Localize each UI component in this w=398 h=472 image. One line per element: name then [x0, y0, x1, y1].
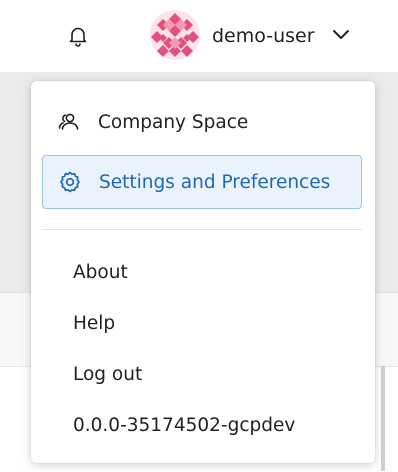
background-scrollbar — [381, 366, 385, 471]
bell-icon — [69, 27, 87, 47]
version-label: 0.0.0-35174502-gcpdev — [73, 414, 296, 436]
menu-item-settings[interactable]: Settings and Preferences — [42, 155, 362, 209]
menu-item-logout[interactable]: Log out — [42, 347, 362, 401]
avatar[interactable] — [150, 10, 200, 60]
username[interactable]: demo-user — [212, 22, 315, 50]
menu-item-company-space[interactable]: Company Space — [42, 95, 362, 149]
menu-item-label: Log out — [73, 363, 143, 385]
menu-item-about[interactable]: About — [42, 245, 362, 299]
menu-item-help[interactable]: Help — [42, 296, 362, 350]
app-version: 0.0.0-35174502-gcpdev — [42, 398, 362, 452]
identicon-avatar — [150, 10, 200, 60]
notifications-button[interactable] — [64, 22, 92, 50]
users-icon — [56, 109, 82, 135]
menu-divider — [42, 229, 362, 230]
menu-item-label: About — [73, 261, 128, 283]
user-dropdown-menu: Company Space Settings and Preferences A… — [31, 81, 375, 463]
menu-item-label: Settings and Preferences — [99, 171, 331, 193]
user-menu-toggle[interactable] — [330, 24, 352, 46]
top-bar: demo-user — [0, 0, 398, 72]
menu-item-label: Company Space — [98, 111, 249, 133]
menu-item-label: Help — [73, 312, 116, 334]
gear-icon — [57, 169, 83, 195]
chevron-down-icon — [333, 30, 349, 39]
